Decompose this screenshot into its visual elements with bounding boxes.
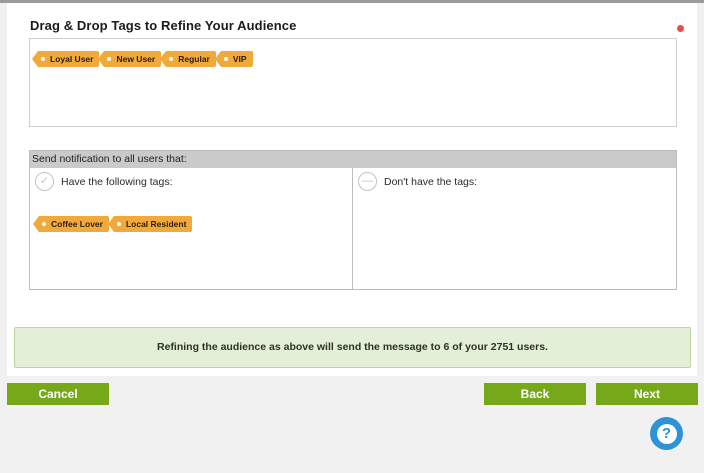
page-title: Drag & Drop Tags to Refine Your Audience xyxy=(30,18,297,33)
tag-hole-icon xyxy=(223,57,228,61)
next-button[interactable]: Next xyxy=(596,383,698,405)
have-tags-list: Coffee Lover Local Resident xyxy=(33,216,193,232)
audience-size-message: Refining the audience as above will send… xyxy=(14,327,691,368)
dont-have-tags-dropzone[interactable]: — Don't have the tags: xyxy=(353,168,676,289)
available-tags-pool[interactable]: Loyal User New User Regular VIP xyxy=(29,38,677,127)
question-mark-icon: ? xyxy=(656,423,677,444)
tag-regular[interactable]: Regular xyxy=(160,51,216,67)
tag-label: VIP xyxy=(232,54,247,64)
have-tags-label: Have the following tags: xyxy=(61,175,173,188)
tag-coffee-lover[interactable]: Coffee Lover xyxy=(33,216,109,232)
tag-label: New User xyxy=(116,54,156,64)
tag-hole-icon xyxy=(116,222,121,226)
tag-hole-icon xyxy=(107,57,112,61)
back-button[interactable]: Back xyxy=(484,383,586,405)
dont-have-tags-heading: — Don't have the tags: xyxy=(358,172,477,191)
tag-label: Coffee Lover xyxy=(51,219,103,229)
tag-label: Loyal User xyxy=(50,54,94,64)
have-tags-dropzone[interactable]: ✓ Have the following tags: Coffee Lover … xyxy=(30,168,353,289)
tag-local-resident[interactable]: Local Resident xyxy=(107,216,193,232)
tag-hole-icon xyxy=(42,222,46,226)
help-button[interactable]: ? xyxy=(650,417,683,450)
tag-loyal-user[interactable]: Loyal User xyxy=(31,51,100,67)
notification-rules-header: Send notification to all users that: xyxy=(30,151,676,168)
checkmark-circle-icon: ✓ xyxy=(35,172,54,191)
tag-vip[interactable]: VIP xyxy=(214,51,253,67)
notification-rules-box: Send notification to all users that: ✓ H… xyxy=(29,150,677,290)
tag-label: Local Resident xyxy=(125,219,187,229)
have-tags-heading: ✓ Have the following tags: xyxy=(35,172,172,191)
available-tags-list: Loyal User New User Regular VIP xyxy=(31,51,253,67)
dont-have-tags-label: Don't have the tags: xyxy=(384,175,478,188)
tag-new-user[interactable]: New User xyxy=(98,51,162,67)
tag-hole-icon xyxy=(41,57,45,61)
tag-label: Regular xyxy=(178,54,210,64)
cancel-button[interactable]: Cancel xyxy=(7,383,109,405)
status-indicator-dot xyxy=(677,25,684,32)
minus-circle-icon: — xyxy=(358,172,377,191)
tag-hole-icon xyxy=(169,57,174,61)
